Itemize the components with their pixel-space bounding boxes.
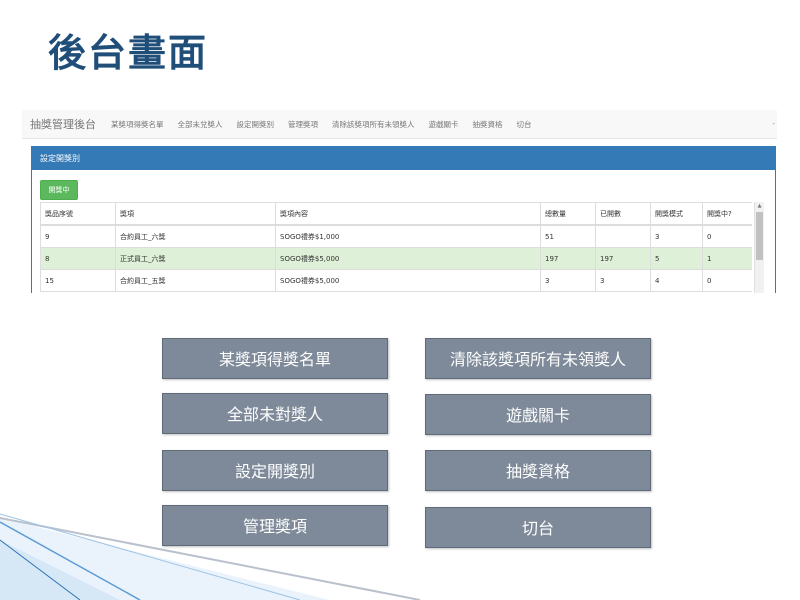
- nav-item-draw-eligibility[interactable]: 抽獎資格: [466, 119, 510, 130]
- table-cell: SOGO禮券$5,000: [275, 269, 541, 292]
- prize-table: 獎品序號 獎項 獎項內容 總數量 已開數 開獎模式 開獎中? 9 合約員工_六獎: [40, 202, 752, 292]
- table-cell: 3: [650, 224, 703, 248]
- table-cell: 1: [702, 247, 752, 270]
- navbar-end-marker: -: [772, 120, 775, 128]
- game-levels-button[interactable]: 遊戲關卡: [425, 394, 651, 435]
- column-header[interactable]: 開獎模式: [650, 202, 703, 226]
- nav-item-game-levels[interactable]: 遊戲關卡: [422, 119, 466, 130]
- set-draw-button[interactable]: 設定開獎別: [162, 450, 388, 491]
- table-cell: 3: [595, 269, 651, 292]
- scroll-up-arrow-icon[interactable]: ▲: [755, 202, 764, 211]
- table-cell: SOGO禮券$5,000: [275, 247, 541, 270]
- table-cell: 5: [650, 247, 703, 270]
- table-cell: 合約員工_六獎: [115, 224, 276, 248]
- draw-eligibility-button[interactable]: 抽獎資格: [425, 450, 651, 491]
- scroll-thumb[interactable]: [756, 212, 763, 260]
- column-header[interactable]: 已開數: [595, 202, 651, 226]
- navbar: 抽獎管理後台 某獎項得獎名單 全部未兌獎人 設定開獎別 管理獎項 清除該獎項所有…: [22, 110, 777, 139]
- slide-title: 後台畫面: [48, 31, 209, 75]
- decorative-corner-graphic: [0, 513, 420, 600]
- table-scrollbar[interactable]: ▲: [754, 202, 764, 293]
- nav-item-winner-list[interactable]: 某獎項得獎名單: [104, 119, 171, 130]
- table-cell: 正式員工_六獎: [115, 247, 276, 270]
- winner-list-button[interactable]: 某獎項得獎名單: [162, 338, 388, 379]
- nav-item-switch-stage[interactable]: 切台: [510, 119, 539, 130]
- table-cell: 0: [702, 269, 752, 292]
- table-cell: 0: [702, 224, 752, 248]
- table-cell: SOGO禮券$1,000: [275, 224, 541, 248]
- column-header[interactable]: 總數量: [540, 202, 596, 226]
- admin-screenshot: 抽獎管理後台 某獎項得獎名單 全部未兌獎人 設定開獎別 管理獎項 清除該獎項所有…: [22, 110, 777, 293]
- table-cell: 合約員工_五獎: [115, 269, 276, 292]
- nav-item-set-draw[interactable]: 設定開獎別: [230, 119, 282, 130]
- clear-unclaimed-button[interactable]: 清除該獎項所有未領獎人: [425, 338, 651, 379]
- panel-heading: 設定開獎別: [32, 147, 775, 170]
- prize-table-wrap: 獎品序號 獎項 獎項內容 總數量 已開數 開獎模式 開獎中? 9 合約員工_六獎: [40, 202, 752, 293]
- table-cell: [595, 224, 651, 248]
- table-header-row: 獎品序號 獎項 獎項內容 總數量 已開數 開獎模式 開獎中?: [40, 202, 752, 226]
- column-header[interactable]: 開獎中?: [702, 202, 752, 226]
- column-header[interactable]: 獎品序號: [40, 202, 116, 226]
- table-cell: 51: [540, 224, 596, 248]
- table-row[interactable]: 9 合約員工_六獎 SOGO禮券$1,000 51 3 0: [40, 224, 752, 248]
- table-cell: 3: [540, 269, 596, 292]
- table-cell: 8: [40, 247, 116, 270]
- drawing-status-button[interactable]: 開獎中: [40, 180, 78, 200]
- table-cell: 4: [650, 269, 703, 292]
- nav-item-manage-prizes[interactable]: 管理獎項: [281, 119, 325, 130]
- navbar-brand[interactable]: 抽獎管理後台: [22, 116, 104, 132]
- table-cell: 15: [40, 269, 116, 292]
- column-header[interactable]: 獎項內容: [275, 202, 541, 226]
- draw-settings-panel: 設定開獎別 開獎中 獎品序號 獎項 獎項內容 總數量 已開數 開獎模式 開獎中?…: [31, 146, 776, 293]
- column-header[interactable]: 獎項: [115, 202, 276, 226]
- nav-item-clear-unclaimed[interactable]: 清除該獎項所有未領獎人: [325, 119, 422, 130]
- nav-item-all-unredeemed[interactable]: 全部未兌獎人: [171, 119, 230, 130]
- table-cell: 197: [595, 247, 651, 270]
- table-cell: 9: [40, 224, 116, 248]
- table-row[interactable]: 15 合約員工_五獎 SOGO禮券$5,000 3 3 4 0: [40, 269, 752, 292]
- all-unredeemed-button[interactable]: 全部未對獎人: [162, 393, 388, 434]
- table-row-highlighted[interactable]: 8 正式員工_六獎 SOGO禮券$5,000 197 197 5 1: [40, 247, 752, 270]
- panel-body: 開獎中 獎品序號 獎項 獎項內容 總數量 已開數 開獎模式 開獎中? 9 合約員…: [32, 170, 775, 293]
- switch-stage-button[interactable]: 切台: [425, 507, 651, 548]
- table-cell: 197: [540, 247, 596, 270]
